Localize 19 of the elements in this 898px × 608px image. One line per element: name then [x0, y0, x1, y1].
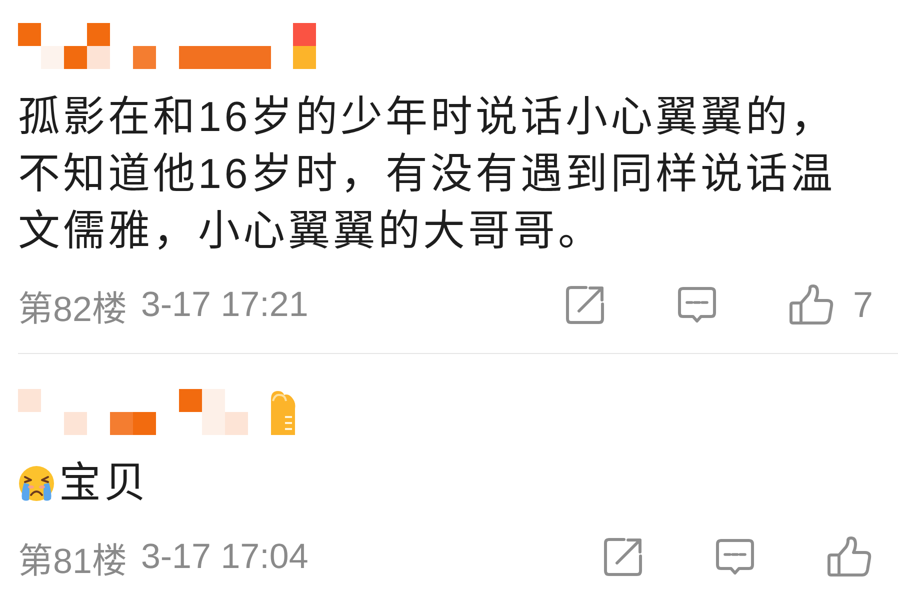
comment-button[interactable]	[676, 285, 718, 325]
floor-number: 第81楼	[18, 540, 127, 582]
post-time: 3-17 17:04	[140, 537, 308, 577]
thumbs-up-icon	[826, 536, 873, 578]
speech-bubble-icon	[714, 537, 756, 577]
comment-text: 孤影在和16岁的少年时说话小心翼翼的，不知道他16岁时，有没有遇到同样说话温文儒雅，小心翼翼的大哥哥。	[18, 93, 836, 254]
floor-number: 第82楼	[18, 288, 127, 330]
like-button[interactable]: 7	[788, 284, 873, 326]
comment-button[interactable]	[714, 537, 756, 577]
comment-text: 宝贝	[59, 459, 149, 506]
crying-face-icon	[18, 465, 55, 503]
share-icon	[564, 284, 606, 326]
speech-bubble-icon	[676, 285, 718, 325]
post-time: 3-17 17:21	[140, 285, 308, 325]
thumbs-up-icon	[788, 284, 835, 326]
like-button[interactable]	[826, 536, 873, 578]
share-button[interactable]	[564, 284, 606, 326]
share-icon	[602, 536, 644, 578]
share-button[interactable]	[602, 536, 644, 578]
